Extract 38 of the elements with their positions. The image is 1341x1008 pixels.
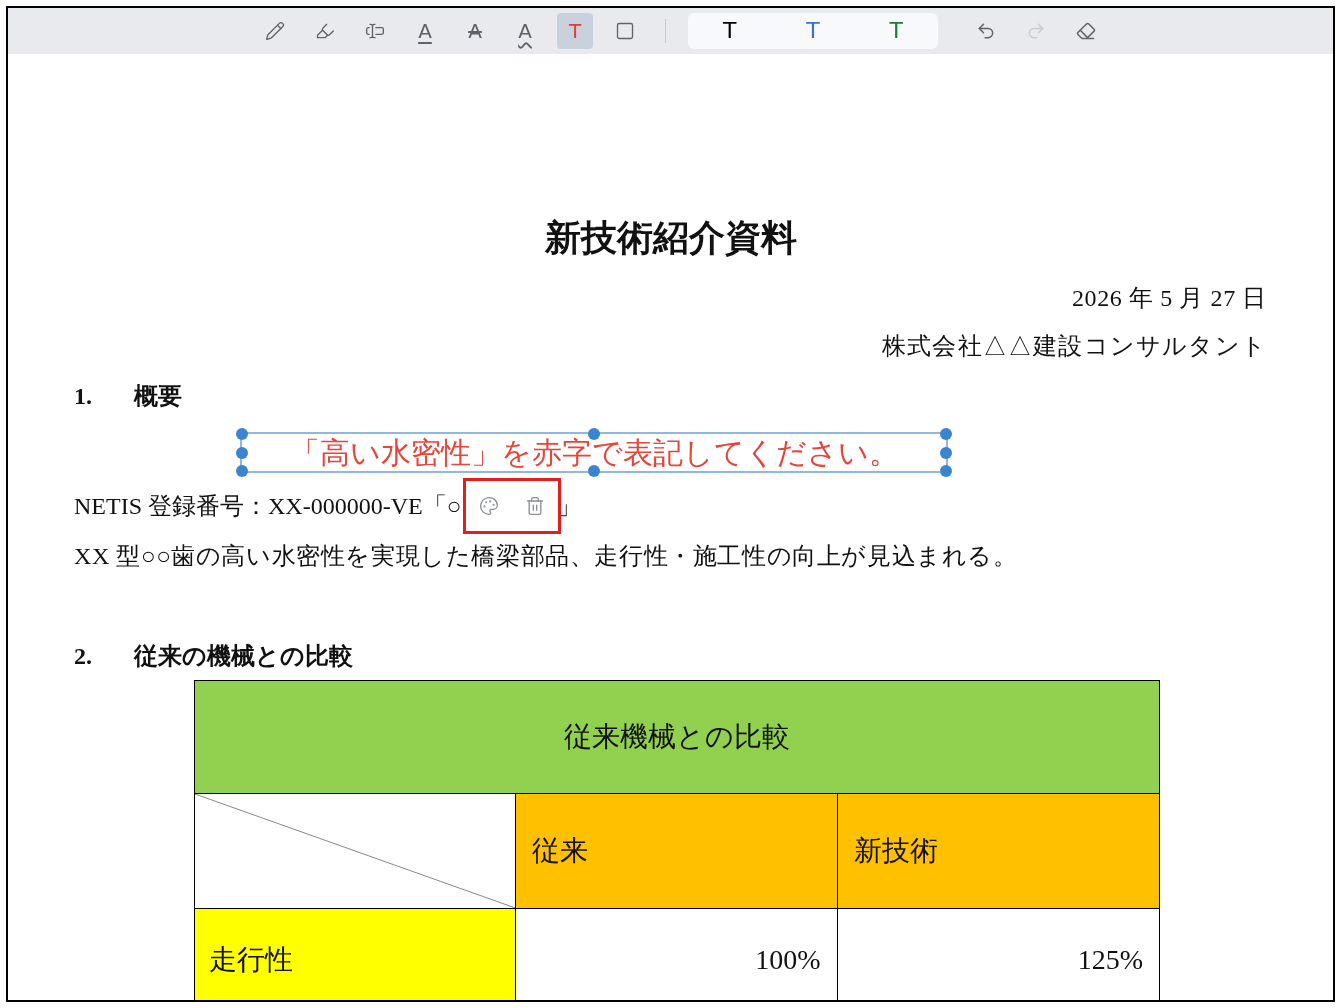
table-caption: 従来機械との比較 (195, 681, 1159, 794)
redo-icon (1026, 21, 1046, 41)
section-heading: 概要 (134, 382, 182, 411)
text-color-option[interactable]: T (878, 15, 915, 47)
table-header-cell: 従来 (516, 794, 838, 908)
pen-icon (265, 21, 285, 41)
text-color-option[interactable]: T (711, 15, 748, 47)
resize-handle[interactable] (940, 446, 952, 459)
text-tool[interactable]: T (557, 13, 593, 49)
section-heading: 従来の機械との比較 (134, 642, 353, 671)
table-cell-text: 125% (1076, 943, 1144, 977)
resize-handle[interactable] (588, 465, 600, 477)
resize-handle[interactable] (940, 428, 952, 440)
delete-icon[interactable] (525, 496, 546, 516)
underline-tool[interactable]: A (407, 13, 443, 49)
resize-handle[interactable] (236, 465, 248, 477)
section-number: 1. (74, 382, 93, 411)
text-color-option[interactable]: T (795, 15, 831, 47)
undo-icon (976, 21, 996, 41)
document-title: 新技術紹介資料 (543, 217, 798, 260)
rectangle-icon (615, 21, 635, 41)
document-date: 2026 年 5 月 27 日 (1071, 284, 1267, 313)
resize-handle[interactable] (236, 428, 248, 440)
table-cell: 100% (516, 909, 838, 1000)
text-box-icon (365, 21, 385, 41)
company-name: 株式会社△△建設コンサルタント (881, 332, 1267, 361)
strikethrough-tool[interactable]: A (457, 13, 493, 49)
highlighter-icon (315, 21, 335, 41)
resize-handle[interactable] (236, 446, 248, 459)
netis-number-text: NETIS 登録番号：XX-000000-VE「○ (74, 492, 462, 521)
section-number: 2. (74, 642, 93, 671)
table-header-cell: 新技術 (837, 794, 1159, 908)
wavy-underline-tool[interactable]: A (507, 13, 543, 49)
table-row-header: 走行性 (195, 909, 517, 1000)
eraser-icon (1076, 21, 1096, 41)
palette-icon[interactable] (479, 496, 500, 516)
description-text: XX 型○○歯の高い水密性を実現した橋梁部品、走行性・施工性の向上が見込まれる。 (74, 542, 1019, 571)
resize-handle[interactable] (940, 465, 952, 477)
